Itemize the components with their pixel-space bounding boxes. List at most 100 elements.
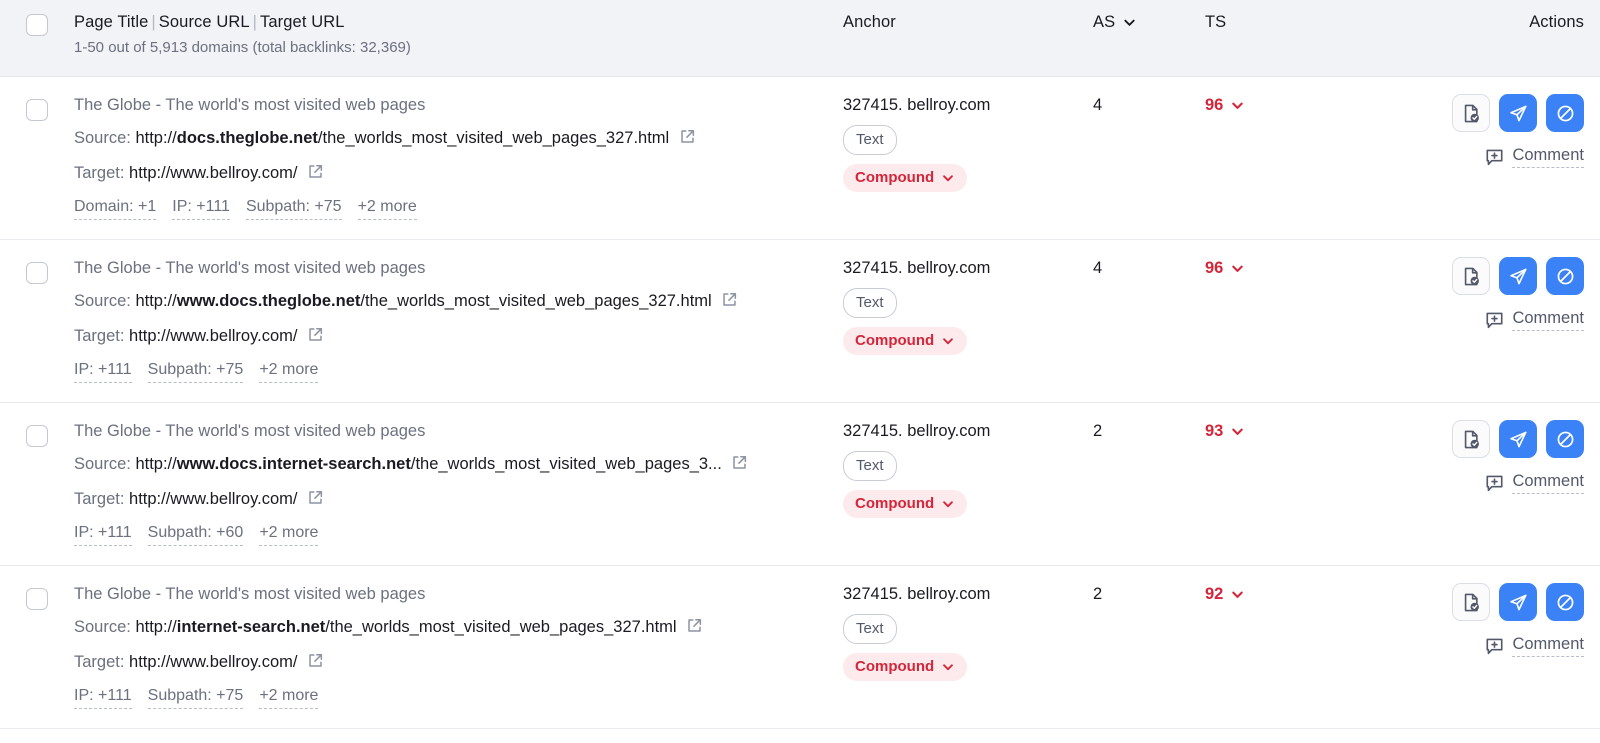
row-tag[interactable]: Subpath: +75 bbox=[148, 360, 244, 383]
row-tag[interactable]: +2 more bbox=[259, 523, 318, 546]
header-ts-column: TS bbox=[1205, 11, 1395, 33]
external-link-icon[interactable] bbox=[731, 454, 748, 471]
row-anchor-cell: 327415. bellroy.com Text Compound bbox=[843, 583, 1093, 681]
row-as-cell: 2 bbox=[1093, 583, 1205, 605]
target-url-text[interactable]: http://www.bellroy.com/ bbox=[129, 164, 297, 182]
select-all-cell bbox=[0, 11, 74, 36]
target-url-text[interactable]: http://www.bellroy.com/ bbox=[129, 327, 297, 345]
header-source-url-label[interactable]: Source URL bbox=[159, 13, 250, 31]
select-all-checkbox[interactable] bbox=[26, 14, 48, 36]
target-external-link-slot[interactable] bbox=[307, 652, 324, 675]
page-title-link[interactable]: The Globe - The world's most visited web… bbox=[74, 94, 829, 116]
document-check-button[interactable] bbox=[1452, 257, 1490, 295]
row-tag[interactable]: IP: +111 bbox=[74, 523, 132, 546]
send-button[interactable] bbox=[1499, 94, 1537, 132]
row-checkbox[interactable] bbox=[26, 99, 48, 121]
header-target-url-label[interactable]: Target URL bbox=[260, 13, 344, 31]
source-url-text[interactable]: http://www.docs.internet-search.net/the_… bbox=[135, 455, 721, 473]
block-button[interactable] bbox=[1546, 583, 1584, 621]
toxicity-score[interactable]: 92 bbox=[1205, 583, 1395, 605]
page-title-link[interactable]: The Globe - The world's most visited web… bbox=[74, 583, 829, 605]
row-tag[interactable]: IP: +111 bbox=[74, 686, 132, 709]
table-body: The Globe - The world's most visited web… bbox=[0, 77, 1600, 729]
target-url-text[interactable]: http://www.bellroy.com/ bbox=[129, 490, 297, 508]
row-tag[interactable]: Subpath: +60 bbox=[148, 523, 244, 546]
source-url-text[interactable]: http://internet-search.net/the_worlds_mo… bbox=[135, 618, 676, 636]
row-tag[interactable]: Subpath: +75 bbox=[148, 686, 244, 709]
header-page-title-label[interactable]: Page Title bbox=[74, 13, 148, 31]
external-link-icon[interactable] bbox=[307, 163, 324, 180]
anchor-compound-badge[interactable]: Compound bbox=[843, 490, 967, 518]
header-as-sort[interactable]: AS bbox=[1093, 11, 1205, 33]
external-link-icon[interactable] bbox=[307, 652, 324, 669]
source-external-link-slot[interactable] bbox=[731, 454, 748, 477]
row-as-cell: 4 bbox=[1093, 257, 1205, 279]
send-button[interactable] bbox=[1499, 583, 1537, 621]
row-checkbox[interactable] bbox=[26, 425, 48, 447]
external-link-icon[interactable] bbox=[307, 489, 324, 506]
block-button[interactable] bbox=[1546, 94, 1584, 132]
row-actions-cell: Comment bbox=[1395, 420, 1600, 494]
source-label: Source: bbox=[74, 129, 135, 147]
chevron-down-icon bbox=[941, 660, 955, 674]
external-link-icon[interactable] bbox=[307, 326, 324, 343]
block-button[interactable] bbox=[1546, 257, 1584, 295]
page-title-link[interactable]: The Globe - The world's most visited web… bbox=[74, 420, 829, 442]
external-link-icon[interactable] bbox=[721, 291, 738, 308]
chevron-down-icon bbox=[1230, 98, 1245, 113]
comment-label: Comment bbox=[1512, 146, 1584, 168]
source-external-link-slot[interactable] bbox=[721, 291, 738, 314]
comment-action[interactable]: Comment bbox=[1395, 635, 1584, 657]
source-url-text[interactable]: http://docs.theglobe.net/the_worlds_most… bbox=[135, 129, 669, 147]
source-url-text[interactable]: http://www.docs.theglobe.net/the_worlds_… bbox=[135, 292, 711, 310]
anchor-compound-badge[interactable]: Compound bbox=[843, 653, 967, 681]
target-url-line: Target: http://www.bellroy.com/ bbox=[74, 162, 829, 186]
toxicity-score[interactable]: 96 bbox=[1205, 94, 1395, 116]
row-tag[interactable]: +2 more bbox=[259, 686, 318, 709]
row-checkbox[interactable] bbox=[26, 262, 48, 284]
source-external-link-slot[interactable] bbox=[686, 617, 703, 640]
document-check-button[interactable] bbox=[1452, 94, 1490, 132]
target-external-link-slot[interactable] bbox=[307, 326, 324, 349]
compound-badge-label: Compound bbox=[855, 658, 934, 676]
row-tag[interactable]: IP: +111 bbox=[172, 197, 230, 220]
comment-add-icon bbox=[1485, 637, 1504, 656]
row-tags: IP: +111 Subpath: +75 +2 more bbox=[74, 686, 829, 709]
source-domain: www.docs.internet-search.net bbox=[177, 455, 411, 473]
authority-score-value: 2 bbox=[1093, 422, 1102, 440]
row-tag[interactable]: +2 more bbox=[259, 360, 318, 383]
row-tag[interactable]: +2 more bbox=[358, 197, 417, 220]
block-button[interactable] bbox=[1546, 420, 1584, 458]
external-link-icon[interactable] bbox=[686, 617, 703, 634]
document-check-button[interactable] bbox=[1452, 420, 1490, 458]
target-url-text[interactable]: http://www.bellroy.com/ bbox=[129, 653, 297, 671]
comment-action[interactable]: Comment bbox=[1395, 472, 1584, 494]
toxicity-score[interactable]: 96 bbox=[1205, 257, 1395, 279]
toxicity-score[interactable]: 93 bbox=[1205, 420, 1395, 442]
anchor-compound-badge[interactable]: Compound bbox=[843, 327, 967, 355]
results-count-subtitle: 1-50 out of 5,913 domains (total backlin… bbox=[74, 37, 829, 59]
page-title-link[interactable]: The Globe - The world's most visited web… bbox=[74, 257, 829, 279]
header-anchor-label[interactable]: Anchor bbox=[843, 11, 1093, 33]
comment-action[interactable]: Comment bbox=[1395, 146, 1584, 168]
external-link-icon[interactable] bbox=[679, 128, 696, 145]
send-icon bbox=[1508, 592, 1529, 613]
row-tag[interactable]: Subpath: +75 bbox=[246, 197, 342, 220]
anchor-compound-badge[interactable]: Compound bbox=[843, 164, 967, 192]
target-external-link-slot[interactable] bbox=[307, 489, 324, 512]
document-check-icon bbox=[1461, 592, 1482, 613]
document-check-button[interactable] bbox=[1452, 583, 1490, 621]
comment-label: Comment bbox=[1512, 472, 1584, 494]
action-buttons bbox=[1395, 94, 1584, 132]
header-ts-label[interactable]: TS bbox=[1205, 11, 1395, 33]
send-button[interactable] bbox=[1499, 257, 1537, 295]
target-external-link-slot[interactable] bbox=[307, 163, 324, 186]
action-buttons bbox=[1395, 583, 1584, 621]
source-external-link-slot[interactable] bbox=[679, 128, 696, 151]
row-tag[interactable]: IP: +111 bbox=[74, 360, 132, 383]
row-checkbox[interactable] bbox=[26, 588, 48, 610]
send-button[interactable] bbox=[1499, 420, 1537, 458]
comment-action[interactable]: Comment bbox=[1395, 309, 1584, 331]
table-row: The Globe - The world's most visited web… bbox=[0, 566, 1600, 729]
row-tag[interactable]: Domain: +1 bbox=[74, 197, 156, 220]
